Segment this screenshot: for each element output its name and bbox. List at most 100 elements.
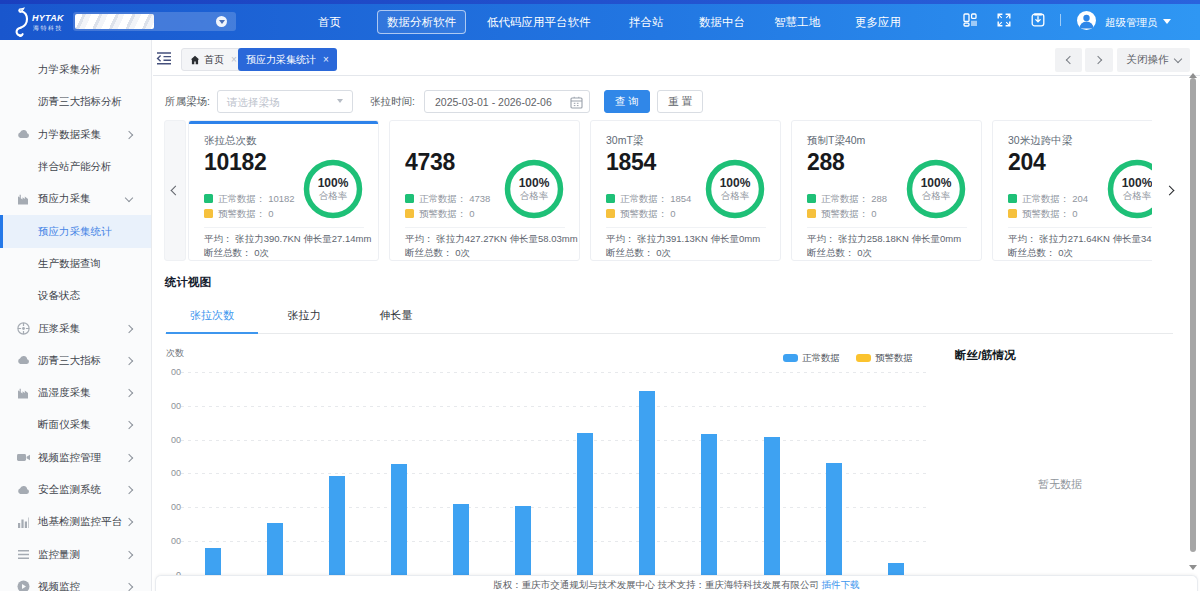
- sidebar-item-16[interactable]: 监控量测: [0, 538, 152, 570]
- select-caret-circle-icon[interactable]: [216, 16, 227, 27]
- sidebar-item-14[interactable]: 安全监测系统: [0, 474, 152, 506]
- sidebar-item-15[interactable]: 地基检测监控平台: [0, 506, 152, 538]
- page-tab-1[interactable]: 首页×: [181, 48, 246, 71]
- summary-card-2[interactable]: 4738正常数据： 4738预警数据： 0平均： 张拉力427.27KN 伸长量…: [389, 120, 580, 261]
- close-actions-dropdown[interactable]: 关闭操作: [1117, 48, 1190, 72]
- pass-rate-label: 合格率: [1107, 190, 1152, 203]
- page-tab-2[interactable]: 预应力采集统计×: [238, 48, 337, 71]
- chart-bar-4[interactable]: [391, 464, 407, 577]
- sidebar-item-1[interactable]: 力学采集分析: [0, 54, 152, 86]
- sidebar-item-5[interactable]: 预应力采集: [0, 183, 152, 215]
- card-broken-line: 断丝总数： 0次: [204, 247, 269, 260]
- green-swatch-icon: [1008, 194, 1017, 203]
- chevron-down-icon: [125, 194, 133, 202]
- cards-scroll-left-button[interactable]: [164, 120, 186, 261]
- chart-bar-10[interactable]: [764, 437, 780, 576]
- search-button[interactable]: 查 询: [604, 90, 650, 113]
- chart-gridline: [181, 507, 927, 508]
- apps-grid-icon[interactable]: [963, 13, 977, 27]
- chart-bar-2[interactable]: [267, 523, 283, 576]
- sidebar-item-8[interactable]: 设备状态: [0, 280, 152, 312]
- sidebar-item-4[interactable]: 拌合站产能分析: [0, 151, 152, 183]
- chart-bar-11[interactable]: [826, 463, 842, 576]
- sidebar-item-label: 监控量测: [38, 548, 80, 562]
- plugin-download-link[interactable]: 插件下载: [822, 579, 860, 590]
- date-range-input[interactable]: 2025-03-01 - 2026-02-06: [424, 90, 590, 113]
- sidebar-item-label: 温湿度采集: [38, 386, 91, 400]
- user-avatar[interactable]: [1077, 11, 1096, 30]
- project-select[interactable]: [73, 12, 236, 31]
- sidebar-item-11[interactable]: 温湿度采集: [0, 377, 152, 409]
- sidebar: 力学采集分析沥青三大指标分析力学数据采集拌合站产能分析预应力采集预应力采集统计生…: [0, 40, 152, 591]
- fullscreen-icon[interactable]: [997, 13, 1011, 27]
- tab-scroll-left-button[interactable]: [1055, 48, 1082, 72]
- sidebar-collapse-icon[interactable]: [156, 51, 172, 64]
- summary-card-3[interactable]: 30mT梁1854正常数据： 1854预警数据： 0平均： 张拉力391.13K…: [590, 120, 781, 261]
- stats-tab-1[interactable]: 张拉次数: [166, 298, 258, 333]
- card-broken-line: 断丝总数： 0次: [606, 247, 671, 260]
- sidebar-item-3[interactable]: 力学数据采集: [0, 119, 152, 151]
- sidebar-item-label: 设备状态: [38, 289, 80, 303]
- sidebar-item-7[interactable]: 生产数据查询: [0, 248, 152, 280]
- nav-item-6[interactable]: 智慧工地: [774, 4, 820, 40]
- y-axis-tick-label: 00: [166, 401, 181, 411]
- green-swatch-icon: [405, 194, 414, 203]
- sidebar-item-10[interactable]: 沥青三大指标: [0, 345, 152, 377]
- header-top-strip: [0, 0, 1200, 4]
- scrollbar-thumb[interactable]: [1190, 78, 1196, 552]
- tab-close-icon[interactable]: ×: [231, 55, 237, 65]
- nav-item-4[interactable]: 拌合站: [629, 4, 664, 40]
- chart-bar-5[interactable]: [453, 504, 469, 576]
- card-normal-row: 正常数据： 204: [1008, 193, 1088, 206]
- cloud-icon: [16, 483, 31, 498]
- sidebar-item-6[interactable]: 预应力采集统计: [0, 215, 152, 247]
- user-name[interactable]: 超级管理员: [1105, 4, 1158, 40]
- summary-card-1[interactable]: 张拉总次数10182正常数据： 10182预警数据： 0平均： 张拉力390.7…: [188, 120, 379, 261]
- nav-item-5[interactable]: 数据中台: [699, 4, 745, 40]
- stats-tab-2[interactable]: 张拉力: [258, 298, 350, 333]
- vertical-scrollbar[interactable]: [1189, 69, 1197, 574]
- download-icon[interactable]: [1031, 13, 1045, 27]
- scroll-up-arrow[interactable]: [1189, 69, 1197, 78]
- nav-item-7[interactable]: 更多应用: [855, 4, 901, 40]
- tab-scroll-right-button[interactable]: [1085, 48, 1113, 72]
- scroll-down-arrow[interactable]: [1189, 565, 1197, 574]
- histogram-icon: [16, 515, 31, 530]
- chart-bar-6[interactable]: [515, 506, 531, 576]
- chart-bar-9[interactable]: [701, 434, 717, 576]
- chart-bar-3[interactable]: [329, 476, 345, 576]
- play-icon: [16, 579, 31, 591]
- sidebar-item-12[interactable]: 断面仪采集: [0, 409, 152, 441]
- card-normal-row: 正常数据： 4738: [405, 193, 490, 206]
- sidebar-item-17[interactable]: 视频监控: [0, 571, 152, 591]
- summary-card-4[interactable]: 预制T梁40m288正常数据： 288预警数据： 0平均： 张拉力258.18K…: [791, 120, 982, 261]
- sidebar-item-2[interactable]: 沥青三大指标分析: [0, 86, 152, 118]
- cards-scroll-right-button[interactable]: [1155, 120, 1183, 261]
- chart-bar-7[interactable]: [577, 433, 593, 577]
- reset-button[interactable]: 重 置: [657, 90, 703, 113]
- yellow-swatch-icon: [606, 209, 615, 218]
- wheel-icon: [16, 321, 31, 336]
- chart-bar-1[interactable]: [205, 548, 221, 577]
- nav-item-1[interactable]: 首页: [318, 4, 341, 40]
- nav-item-3[interactable]: 低代码应用平台软件: [487, 4, 591, 40]
- sidebar-item-13[interactable]: 视频监控管理: [0, 442, 152, 474]
- farm-select[interactable]: 请选择梁场: [217, 90, 353, 113]
- stats-tab-3[interactable]: 伸长量: [350, 298, 442, 333]
- tab-close-icon[interactable]: ×: [323, 55, 329, 65]
- sidebar-item-label: 地基检测监控平台: [38, 515, 122, 529]
- sidebar-item-9[interactable]: 压浆采集: [0, 312, 152, 344]
- green-swatch-icon: [204, 194, 213, 203]
- sidebar-item-label: 沥青三大指标: [38, 354, 101, 368]
- sidebar-item-label: 预应力采集统计: [38, 225, 112, 239]
- sidebar-item-label: 力学采集分析: [38, 63, 101, 77]
- footer: 版权：重庆市交通规划与技术发展中心 技术支持：重庆海特科技发展有限公司 插件下载: [155, 575, 1198, 591]
- sidebar-item-label: 视频监控管理: [38, 451, 101, 465]
- nav-item-2[interactable]: 数据分析软件: [377, 10, 466, 34]
- pass-rate-value: 100%: [504, 176, 564, 190]
- chart-bar-8[interactable]: [639, 391, 655, 576]
- card-total: 1854: [606, 150, 656, 175]
- card-total: 288: [807, 150, 844, 175]
- summary-card-5[interactable]: 30米边跨中梁204正常数据： 204预警数据： 0平均： 张拉力271.64K…: [992, 120, 1152, 261]
- user-caret-icon[interactable]: [1163, 19, 1171, 28]
